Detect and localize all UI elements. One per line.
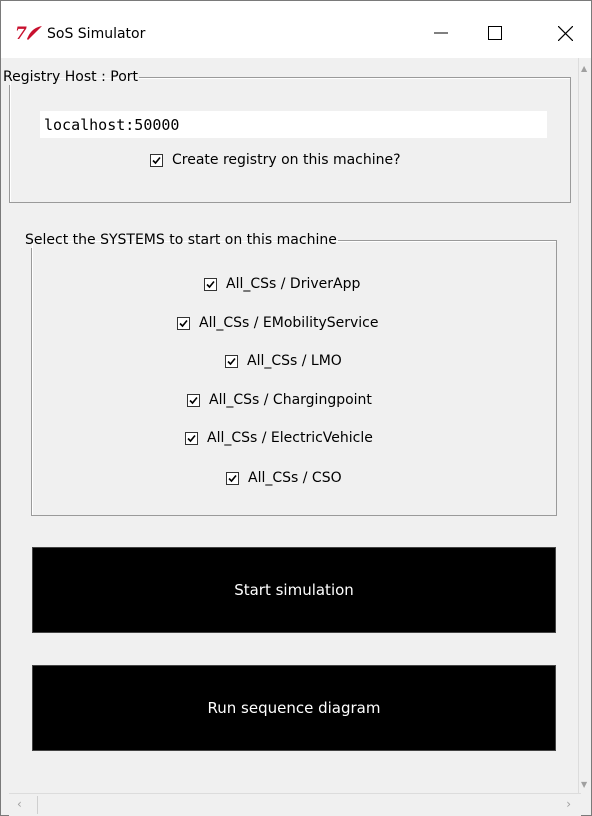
svg-text:7: 7	[15, 24, 27, 43]
close-button[interactable]	[537, 15, 592, 51]
check-icon	[228, 474, 237, 482]
registry-host-input[interactable]	[40, 111, 547, 138]
app-window: 7 SoS Simulator Registry Host : Port Cre…	[0, 0, 592, 816]
check-icon	[227, 357, 236, 365]
scrollbar-divider	[37, 796, 38, 814]
check-icon	[206, 280, 215, 288]
check-icon	[152, 156, 161, 164]
checkbox-box[interactable]	[185, 431, 198, 445]
create-registry-label: Create registry on this machine?	[172, 152, 401, 168]
system-label: All_CSs / DriverApp	[226, 276, 361, 292]
vertical-scrollbar[interactable]: ▲ ▼	[578, 58, 591, 793]
start-simulation-label: Start simulation	[234, 581, 354, 599]
scroll-right-icon[interactable]: ›	[566, 797, 571, 811]
minimize-icon	[434, 32, 448, 34]
checkbox-box[interactable]	[226, 471, 239, 485]
create-registry-checkbox[interactable]: Create registry on this machine?	[150, 152, 401, 168]
checkbox-box[interactable]	[150, 153, 163, 167]
title-bar[interactable]: 7 SoS Simulator	[1, 1, 591, 58]
system-checkbox-emobilityservice[interactable]: All_CSs / EMobilityService	[177, 315, 379, 331]
system-checkbox-lmo[interactable]: All_CSs / LMO	[225, 353, 342, 369]
close-icon	[557, 25, 573, 41]
checkbox-box[interactable]	[177, 316, 190, 330]
system-label: All_CSs / CSO	[248, 470, 342, 486]
system-checkbox-chargingpoint[interactable]: All_CSs / Chargingpoint	[187, 392, 372, 408]
checkbox-box[interactable]	[204, 277, 217, 291]
horizontal-scrollbar[interactable]: ‹ ›	[9, 793, 581, 816]
system-checkbox-driverapp[interactable]: All_CSs / DriverApp	[204, 276, 360, 292]
system-label: All_CSs / LMO	[247, 353, 342, 369]
tk-feather-icon: 7	[15, 24, 42, 43]
checkbox-box[interactable]	[225, 354, 238, 368]
run-sequence-diagram-label: Run sequence diagram	[207, 699, 381, 717]
run-sequence-diagram-button[interactable]: Run sequence diagram	[32, 665, 556, 751]
checkbox-box[interactable]	[187, 393, 200, 407]
maximize-button[interactable]	[467, 15, 523, 51]
window-title: SoS Simulator	[47, 26, 146, 42]
check-icon	[189, 396, 198, 404]
system-checkbox-cso[interactable]: All_CSs / CSO	[226, 470, 342, 486]
system-label: All_CSs / EMobilityService	[199, 315, 379, 331]
minimize-button[interactable]	[413, 15, 469, 51]
scroll-left-icon[interactable]: ‹	[17, 797, 22, 811]
system-label: All_CSs / ElectricVehicle	[207, 430, 373, 446]
maximize-icon	[488, 26, 502, 40]
check-icon	[187, 434, 196, 442]
scroll-up-icon[interactable]: ▲	[581, 64, 587, 73]
registry-legend: Registry Host : Port	[3, 69, 139, 85]
system-label: All_CSs / Chargingpoint	[209, 392, 372, 408]
start-simulation-button[interactable]: Start simulation	[32, 547, 556, 633]
systems-legend: Select the SYSTEMS to start on this mach…	[25, 232, 337, 248]
scroll-down-icon[interactable]: ▼	[581, 780, 587, 789]
check-icon	[179, 319, 188, 327]
system-checkbox-electricvehicle[interactable]: All_CSs / ElectricVehicle	[185, 430, 373, 446]
